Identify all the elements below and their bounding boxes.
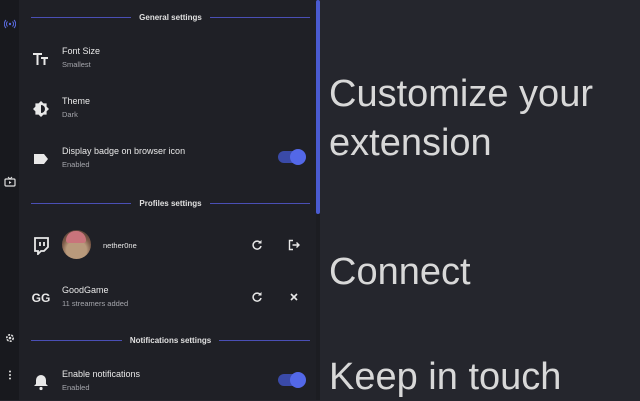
toggle-knob <box>290 372 306 388</box>
font-size-icon <box>31 49 51 69</box>
goodgame-title: GoodGame <box>62 285 109 295</box>
promo-customize-line1: Customize your <box>329 73 593 115</box>
divider <box>209 202 310 204</box>
logout-icon[interactable] <box>287 238 301 252</box>
avatar <box>62 230 91 259</box>
label-icon <box>31 149 51 169</box>
setting-theme[interactable]: Theme Dark <box>31 92 310 126</box>
section-notifications: Notifications settings <box>31 333 310 347</box>
gear-icon[interactable] <box>3 331 16 344</box>
setting-notifications-title: Enable notifications <box>62 369 141 379</box>
setting-font-size[interactable]: Font Size Smallest <box>31 42 310 76</box>
section-general-title: General settings <box>139 12 202 22</box>
profile-goodgame: GG GoodGame 11 streamers added <box>31 281 310 315</box>
promo-connect: Connect <box>329 251 471 293</box>
setting-font-size-title: Font Size <box>62 46 101 56</box>
refresh-icon[interactable] <box>250 290 264 304</box>
refresh-icon[interactable] <box>250 238 264 252</box>
divider <box>31 339 122 341</box>
setting-notifications-value: Enabled <box>62 383 90 392</box>
section-profiles-title: Profiles settings <box>139 198 202 208</box>
goodgame-logo: GG <box>31 291 51 305</box>
twitch-username: nether0ne <box>103 241 137 250</box>
promo-area: Customize your extension Connect Keep in… <box>320 0 640 400</box>
section-profiles: Profiles settings <box>31 196 310 210</box>
setting-font-size-value: Smallest <box>62 60 91 69</box>
goodgame-subtitle: 11 streamers added <box>62 299 129 308</box>
more-vertical-icon[interactable] <box>3 368 16 381</box>
divider <box>219 339 310 341</box>
settings-panel: General settings Font Size Smallest Them… <box>19 0 316 400</box>
tv-icon[interactable] <box>3 175 16 188</box>
toggle-knob <box>290 149 306 165</box>
section-notifications-title: Notifications settings <box>129 335 212 345</box>
divider <box>209 16 310 18</box>
bell-icon <box>31 372 51 392</box>
promo-customize-line2: extension <box>329 122 492 164</box>
divider <box>31 202 132 204</box>
badge-toggle[interactable] <box>278 149 306 165</box>
avatar-hat <box>66 231 86 243</box>
profile-twitch: nether0ne <box>31 229 310 263</box>
setting-badge-title: Display badge on browser icon <box>62 146 186 156</box>
setting-theme-value: Dark <box>62 110 78 119</box>
theme-icon <box>31 99 51 119</box>
setting-badge: Display badge on browser icon Enabled <box>31 142 310 176</box>
notifications-toggle[interactable] <box>278 372 306 388</box>
setting-theme-title: Theme <box>62 96 91 106</box>
setting-notifications: Enable notifications Enabled <box>31 365 310 399</box>
broadcast-icon[interactable] <box>3 17 16 30</box>
section-general: General settings <box>31 10 310 24</box>
setting-badge-value: Enabled <box>62 160 90 169</box>
promo-keep-in-touch: Keep in touch <box>329 356 562 398</box>
divider <box>31 16 132 18</box>
sidebar-rail <box>0 0 19 400</box>
twitch-icon <box>31 236 51 256</box>
close-icon[interactable] <box>287 290 301 304</box>
